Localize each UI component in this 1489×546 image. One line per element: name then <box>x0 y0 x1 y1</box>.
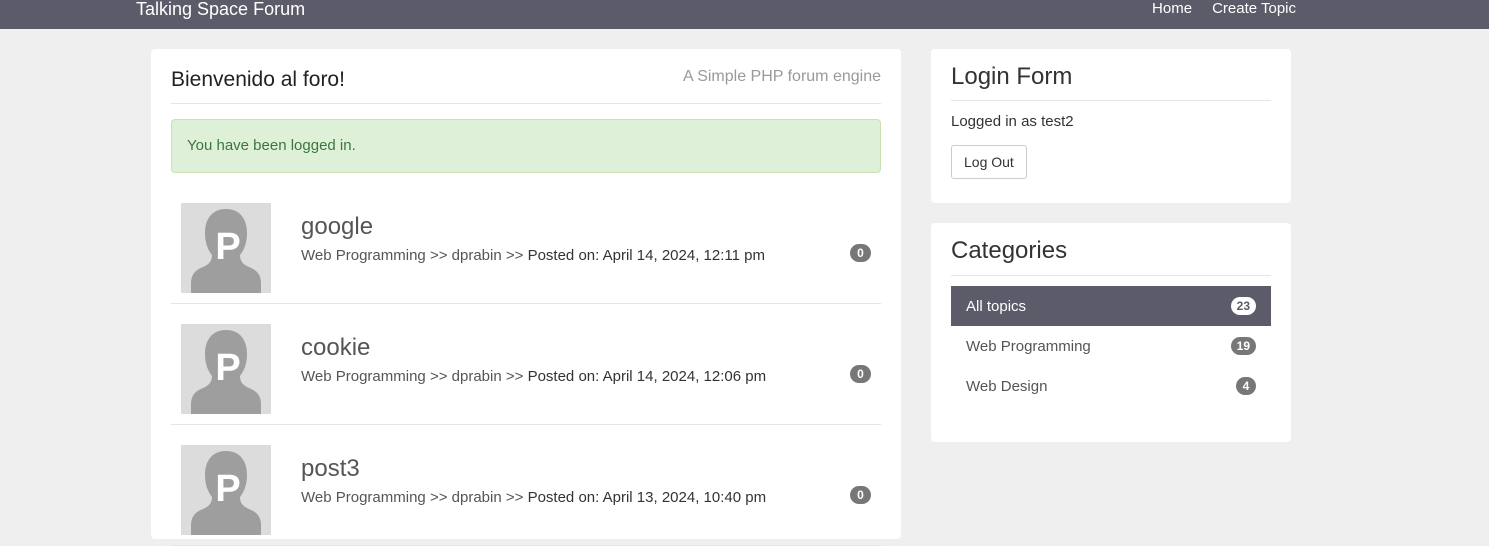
page-subtitle: A Simple PHP forum engine <box>682 68 881 85</box>
topic-row: P cookie Web Programming >> dprabin >> P… <box>171 304 881 425</box>
category-count-badge: 23 <box>1230 297 1256 315</box>
avatar-letter: P <box>215 468 240 510</box>
category-label: Web Programming <box>966 338 1091 355</box>
topic-meta: Web Programming >> dprabin >> Posted on:… <box>301 247 765 264</box>
main-header: Bienvenido al foro! A Simple PHP forum e… <box>171 49 881 104</box>
reply-count-badge: 0 <box>850 486 871 504</box>
topic-author-link[interactable]: dprabin <box>452 247 502 264</box>
avatar: P <box>181 324 271 414</box>
topic-author-link[interactable]: dprabin <box>452 489 502 506</box>
category-label: All topics <box>966 298 1027 315</box>
category-count-badge: 19 <box>1230 337 1256 355</box>
topic-date: Posted on: April 14, 2024, 12:06 pm <box>527 368 767 385</box>
category-item-all-topics[interactable]: All topics 23 <box>951 286 1271 326</box>
person-silhouette-icon: P <box>181 324 271 414</box>
categories-panel: Categories All topics 23 Web Programming… <box>931 223 1291 442</box>
login-panel: Login Form Logged in as test2 Log Out <box>931 49 1291 203</box>
category-count-badge: 4 <box>1236 377 1256 395</box>
avatar-letter: P <box>215 347 240 389</box>
nav-create-topic-link[interactable]: Create Topic <box>1212 0 1296 19</box>
topic-row: P google Web Programming >> dprabin >> P… <box>171 193 881 304</box>
login-title: Login Form <box>951 49 1271 101</box>
topic-title[interactable]: google <box>301 213 373 241</box>
topic-title[interactable]: cookie <box>301 334 370 362</box>
site-brand[interactable]: Talking Space Forum <box>136 0 305 21</box>
nav-home-link[interactable]: Home <box>1152 0 1192 19</box>
meta-separator: >> <box>429 489 448 506</box>
meta-separator: >> <box>505 368 524 385</box>
topic-category-link[interactable]: Web Programming <box>301 489 426 506</box>
success-alert: You have been logged in. <box>171 119 881 173</box>
meta-separator: >> <box>505 247 524 264</box>
topic-row: P post3 Web Programming >> dprabin >> Po… <box>171 425 881 546</box>
meta-separator: >> <box>505 489 524 506</box>
login-status: Logged in as test2 <box>951 113 1074 130</box>
categories-title: Categories <box>951 223 1271 276</box>
topic-category-link[interactable]: Web Programming <box>301 368 426 385</box>
category-item-web-programming[interactable]: Web Programming 19 <box>951 326 1271 366</box>
reply-count-badge: 0 <box>850 244 871 262</box>
top-navbar: Talking Space Forum Home Create Topic <box>0 0 1489 29</box>
topic-date: Posted on: April 14, 2024, 12:11 pm <box>527 247 765 264</box>
nav-links: Home Create Topic <box>1152 0 1296 19</box>
main-panel: Bienvenido al foro! A Simple PHP forum e… <box>151 49 901 546</box>
reply-count-badge: 0 <box>850 365 871 383</box>
logout-button[interactable]: Log Out <box>951 145 1027 179</box>
avatar: P <box>181 203 271 293</box>
category-list: All topics 23 Web Programming 19 Web Des… <box>951 286 1271 406</box>
category-label: Web Design <box>966 378 1048 395</box>
topic-meta: Web Programming >> dprabin >> Posted on:… <box>301 368 766 385</box>
topic-category-link[interactable]: Web Programming <box>301 247 426 264</box>
topic-meta: Web Programming >> dprabin >> Posted on:… <box>301 489 766 506</box>
category-item-web-design[interactable]: Web Design 4 <box>951 366 1271 406</box>
person-silhouette-icon: P <box>181 203 271 293</box>
avatar-letter: P <box>215 226 240 268</box>
page-title: Bienvenido al foro! <box>171 68 345 91</box>
topic-list: P google Web Programming >> dprabin >> P… <box>171 193 881 546</box>
topic-author-link[interactable]: dprabin <box>452 368 502 385</box>
topic-title[interactable]: post3 <box>301 455 360 483</box>
topic-date: Posted on: April 13, 2024, 10:40 pm <box>527 489 767 506</box>
meta-separator: >> <box>429 368 448 385</box>
meta-separator: >> <box>429 247 448 264</box>
